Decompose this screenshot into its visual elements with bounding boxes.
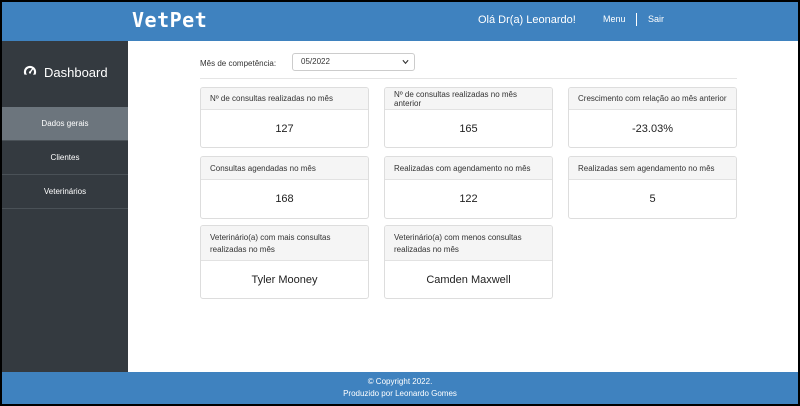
sidebar-item-veterinarios[interactable]: Veterinários	[2, 175, 128, 209]
stat-card-sem-agendamento: Realizadas sem agendamento no mês 5	[568, 156, 737, 219]
filter-divider	[200, 78, 737, 79]
card-value: 168	[275, 193, 294, 205]
sidebar-item-label: Veterinários	[43, 187, 87, 196]
card-title: Veterinário(a) com menos consultas reali…	[385, 226, 552, 261]
main-content: Mês de competência: 05/2022 Nº de consul…	[128, 41, 798, 372]
card-value: Camden Maxwell	[426, 273, 511, 286]
card-value: 122	[459, 193, 478, 205]
stat-card-crescimento: Crescimento com relação ao mês anterior …	[568, 87, 737, 148]
card-title: Consultas agendadas no mês	[201, 157, 368, 180]
sidebar-title-label: Dashboard	[44, 64, 108, 80]
chevron-down-icon	[402, 59, 409, 65]
sidebar-item-clientes[interactable]: Clientes	[2, 141, 128, 175]
sidebar-title: Dashboard	[23, 63, 108, 81]
stat-card-com-agendamento: Realizadas com agendamento no mês 122	[384, 156, 553, 219]
sidebar: Dashboard Dados gerais Clientes Veteriná…	[2, 41, 128, 372]
card-title: Realizadas sem agendamento no mês	[569, 157, 736, 180]
brand-logo[interactable]: VetPet	[132, 8, 207, 32]
card-title: Nº de consultas realizadas no mês anteri…	[385, 88, 552, 110]
stat-card-vet-mais-consultas: Veterinário(a) com mais consultas realiz…	[200, 225, 369, 299]
sidebar-item-label: Clientes	[50, 153, 80, 162]
nav-divider	[636, 13, 637, 26]
sidebar-item-dados-gerais[interactable]: Dados gerais	[2, 107, 128, 141]
footer-copyright: © Copyright 2022.	[367, 377, 433, 386]
footer-credit: Produzido por Leonardo Gomes	[343, 389, 457, 398]
user-greeting: Olá Dr(a) Leonardo!	[478, 14, 576, 26]
card-title: Nº de consultas realizadas no mês	[201, 88, 368, 110]
stat-card-consultas-mes: Nº de consultas realizadas no mês 127	[200, 87, 369, 148]
card-title: Veterinário(a) com mais consultas realiz…	[201, 226, 368, 261]
stat-card-vet-menos-consultas: Veterinário(a) com menos consultas reali…	[384, 225, 553, 299]
logout-link[interactable]: Sair	[648, 14, 664, 24]
card-value: 165	[459, 122, 478, 135]
app-window: VetPet Olá Dr(a) Leonardo! Menu Sair Das…	[2, 2, 798, 404]
page-footer: © Copyright 2022. Produzido por Leonardo…	[2, 372, 798, 404]
card-title: Realizadas com agendamento no mês	[385, 157, 552, 180]
card-value: -23.03%	[632, 122, 673, 135]
month-select[interactable]: 05/2022	[292, 53, 415, 71]
month-filter-label: Mês de competência:	[200, 59, 277, 68]
card-value: 127	[275, 122, 294, 135]
stat-card-agendadas: Consultas agendadas no mês 168	[200, 156, 369, 219]
card-value: Tyler Mooney	[251, 273, 318, 286]
month-select-value: 05/2022	[301, 57, 330, 66]
menu-link[interactable]: Menu	[603, 14, 626, 24]
card-title: Crescimento com relação ao mês anterior	[569, 88, 736, 110]
sidebar-item-label: Dados gerais	[41, 119, 89, 128]
speedometer-icon	[23, 65, 37, 79]
card-value: 5	[649, 193, 656, 205]
stat-card-consultas-mes-anterior: Nº de consultas realizadas no mês anteri…	[384, 87, 553, 148]
top-navbar: VetPet Olá Dr(a) Leonardo! Menu Sair	[2, 2, 798, 41]
